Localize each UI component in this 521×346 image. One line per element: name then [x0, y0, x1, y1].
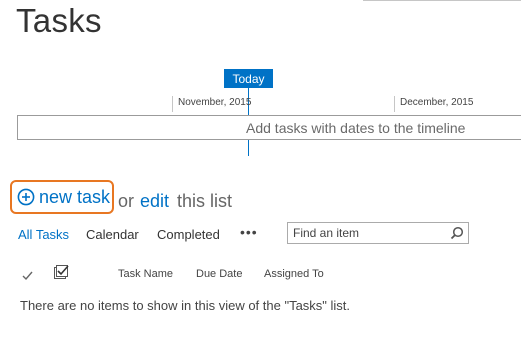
new-task-button[interactable]: new task — [10, 180, 114, 214]
tasks-page: Tasks Today November, 2015 December, 201… — [0, 0, 521, 346]
top-divider — [363, 0, 521, 1]
page-title: Tasks — [16, 2, 102, 39]
column-header-due-date[interactable]: Due Date — [196, 268, 242, 280]
timeline-tick-november — [172, 96, 173, 112]
select-all-icon[interactable] — [53, 264, 70, 281]
search-input[interactable] — [288, 223, 443, 243]
view-calendar[interactable]: Calendar — [86, 227, 139, 242]
this-list-text: this list — [177, 191, 233, 211]
checkmark-icon — [22, 268, 33, 281]
timeline-tick-december — [394, 96, 395, 112]
plus-circle-icon — [17, 188, 35, 206]
new-task-label: new task — [39, 186, 111, 207]
timeline-month-december: December, 2015 — [400, 97, 474, 108]
view-completed[interactable]: Completed — [157, 227, 220, 242]
or-text: or — [118, 191, 135, 211]
timeline-empty-text: Add tasks with dates to the timeline — [246, 120, 466, 136]
column-header-task-name[interactable]: Task Name — [118, 268, 173, 280]
today-marker: Today — [224, 69, 273, 88]
timeline-month-november: November, 2015 — [178, 97, 252, 108]
view-all-tasks[interactable]: All Tasks — [18, 227, 69, 242]
column-header-assigned-to[interactable]: Assigned To — [264, 268, 324, 280]
empty-list-message: There are no items to show in this view … — [20, 298, 351, 313]
search-icon[interactable] — [450, 226, 464, 240]
edit-list-link[interactable]: edit — [140, 191, 169, 212]
search-box — [287, 222, 469, 244]
more-icon[interactable]: ••• — [240, 224, 258, 240]
